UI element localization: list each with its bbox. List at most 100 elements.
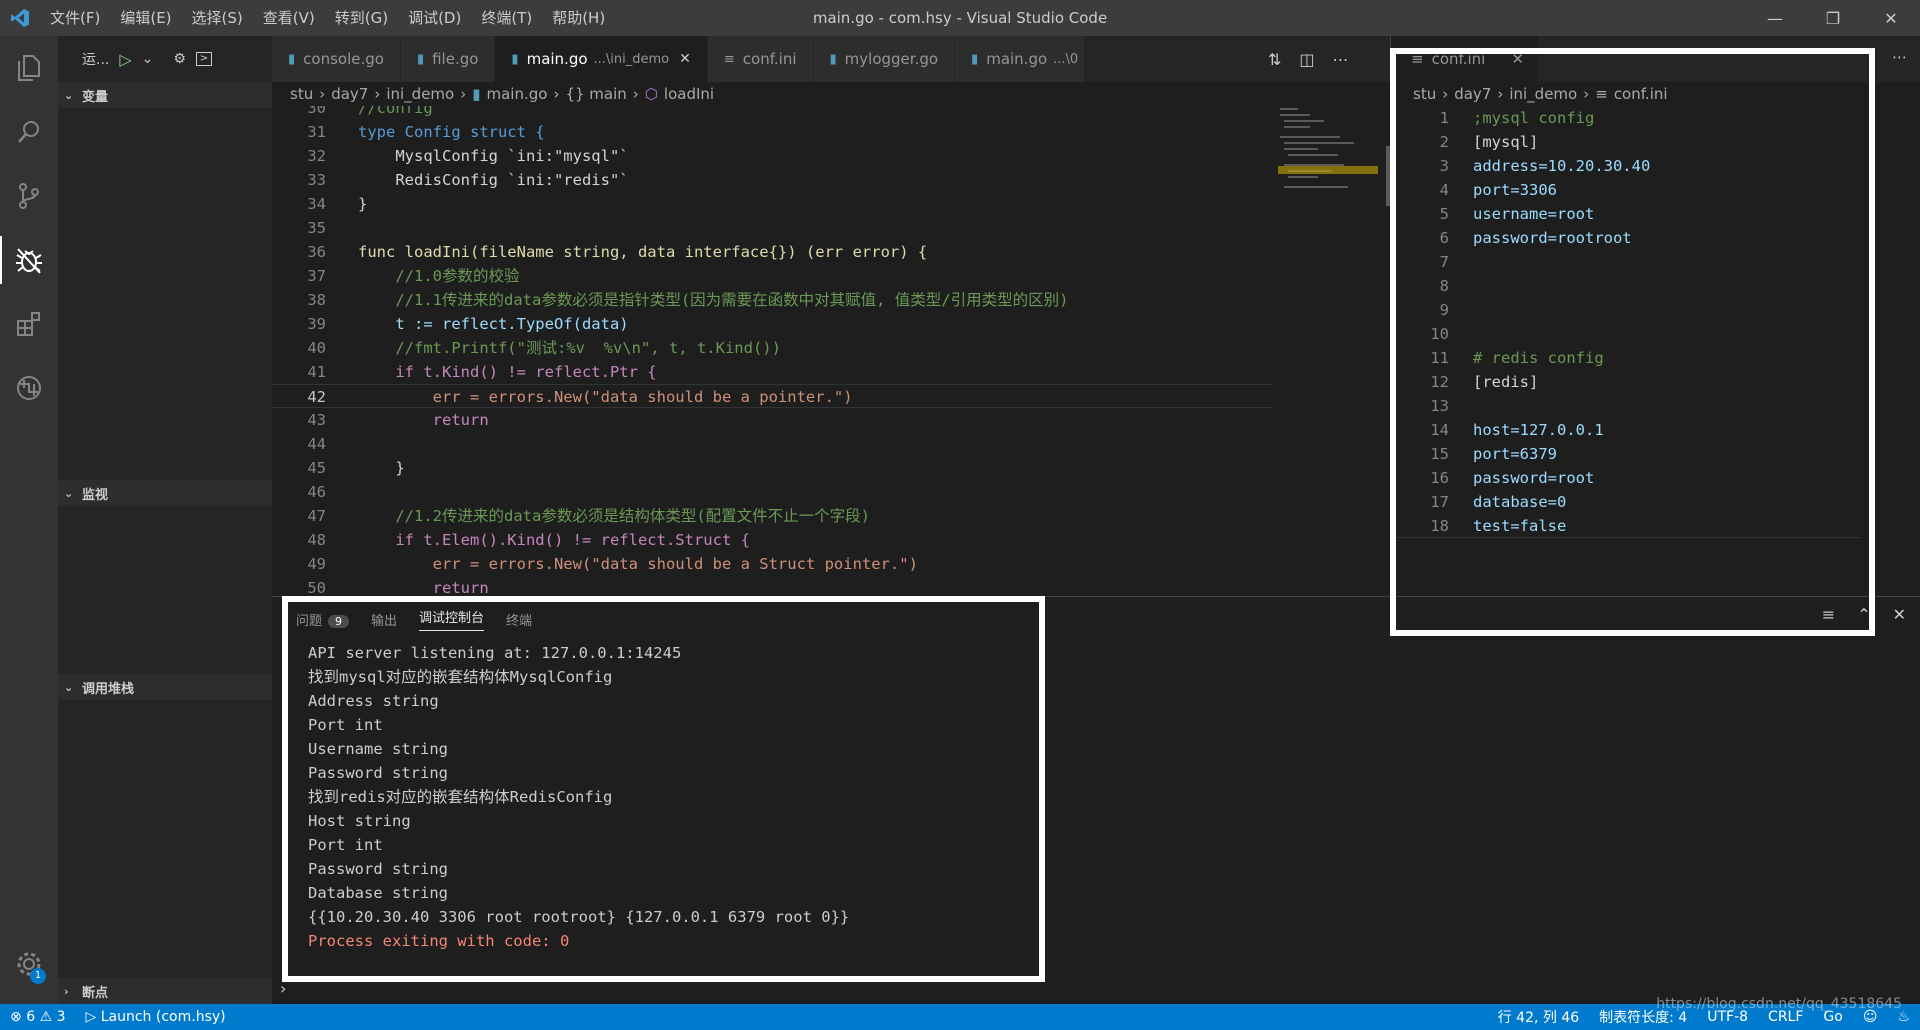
menu-view[interactable]: 查看(V) <box>253 0 325 36</box>
editor-actions: ⇅ ◫ ⋯ <box>1262 36 1349 82</box>
debug-sidebar: 运... ▷ ⌄ ⚙ > ⌄ 变量 ⌄ 监视 ⌄ 调用堆栈 › 断点 <box>58 36 272 1004</box>
ini-file-icon: ≡ <box>723 51 735 67</box>
close-window-button[interactable]: ✕ <box>1862 0 1920 36</box>
right-tab-bar: ≡ conf.ini ✕ ⋯ <box>1391 36 1920 82</box>
tab-conf-ini[interactable]: ≡ conf.ini <box>707 36 814 82</box>
debug-settings-gear-icon[interactable]: ⚙ <box>173 51 186 67</box>
tab-main-go-active[interactable]: ▮ main.go ...\ini_demo ✕ <box>495 36 708 82</box>
section-title: 监视 <box>82 487 109 503</box>
tab-console-go[interactable]: ▮ console.go <box>272 36 401 82</box>
menu-edit[interactable]: 编辑(E) <box>110 0 181 36</box>
watermark: https://blog.csdn.net/qq_43518645 <box>1656 996 1902 1012</box>
menu-debug[interactable]: 调试(D) <box>398 0 471 36</box>
console-line: Password string <box>308 860 448 878</box>
go-file-icon: ▮ <box>511 51 519 67</box>
tab-output[interactable]: 输出 <box>371 610 397 629</box>
ini-editor[interactable]: 1 ;mysql config 2 [mysql] 3 address=10.20.3… <box>1391 106 1920 566</box>
go-file-icon: ▮ <box>288 51 296 67</box>
restore-button[interactable]: ❐ <box>1804 0 1862 36</box>
extensions-icon[interactable] <box>0 292 58 356</box>
variables-section-header[interactable]: ⌄ 变量 <box>58 82 272 108</box>
settings-gear-icon[interactable]: 1 <box>0 932 58 996</box>
console-line: Port int <box>308 716 383 734</box>
console-line: Host string <box>308 812 411 830</box>
minimize-button[interactable]: — <box>1746 0 1804 36</box>
call-stack-section-header[interactable]: ⌄ 调用堆栈 <box>58 674 272 700</box>
close-panel-icon[interactable]: ✕ <box>1893 605 1906 624</box>
play-icon: ▷ <box>85 1009 97 1025</box>
start-debugging-icon[interactable]: ▷ <box>119 50 131 69</box>
remote-explorer-icon[interactable] <box>0 356 58 420</box>
error-icon: ⊗ <box>10 1009 22 1025</box>
menu-go[interactable]: 转到(G) <box>325 0 398 36</box>
tab-terminal[interactable]: 终端 <box>506 610 532 629</box>
menu-help[interactable]: 帮助(H) <box>542 0 615 36</box>
console-line: 找到redis对应的嵌套结构体RedisConfig <box>308 788 613 806</box>
section-title: 变量 <box>82 89 109 105</box>
tab-mylogger-go[interactable]: ▮ mylogger.go <box>813 36 956 82</box>
section-title: 调用堆栈 <box>82 681 135 697</box>
clear-console-icon[interactable]: ≡ <box>1822 605 1835 624</box>
bottom-panel: 问题 9 输出 调试控制台 终端 ≡ ⌃ ✕ API server listeni… <box>272 596 1920 1004</box>
console-line: {{10.20.30.40 3306 root rootroot} {127.0… <box>308 908 850 926</box>
panel-tabs: 问题 9 输出 调试控制台 终端 <box>296 605 532 633</box>
editor-tab-bar: ▮ console.go ▮ file.go ▮ main.go ...\ini… <box>272 36 1390 82</box>
more-actions-icon[interactable]: ⋯ <box>1333 50 1349 69</box>
menu-bar: 文件(F) 编辑(E) 选择(S) 查看(V) 转到(G) 调试(D) 终端(T… <box>40 0 615 36</box>
split-editor-icon[interactable]: ◫ <box>1299 50 1314 69</box>
status-bar: ⊗ 6 ⚠ 3 ▷ Launch (com.hsy) 行 42, 列 46 制表… <box>0 1004 1920 1030</box>
config-dropdown-icon[interactable]: ⌄ <box>142 51 154 67</box>
console-exit-line: Process exiting with code: 0 <box>308 932 570 950</box>
chevron-down-icon: ⌄ <box>64 486 74 500</box>
tab-file-go[interactable]: ▮ file.go <box>400 36 496 82</box>
debug-config-label[interactable]: 运... <box>82 49 109 69</box>
breakpoints-section-header[interactable]: › 断点 <box>58 978 272 1004</box>
debug-console-toggle-icon[interactable]: > <box>195 52 212 66</box>
close-tab-icon[interactable]: ✕ <box>1511 50 1524 68</box>
close-tab-icon[interactable]: ✕ <box>679 51 691 67</box>
function-cube-icon: ⬡ <box>644 85 658 103</box>
console-line: Port int <box>308 836 383 854</box>
tab-debug-console[interactable]: 调试控制台 <box>419 607 485 631</box>
problems-status[interactable]: ⊗ 6 ⚠ 3 <box>0 1009 76 1025</box>
chevron-right-icon: › <box>64 984 69 998</box>
activity-bar: 1 <box>0 36 58 1004</box>
tab-problems[interactable]: 问题 9 <box>296 610 350 629</box>
debug-icon[interactable] <box>0 228 58 292</box>
tab-conf-ini-right[interactable]: ≡ conf.ini ✕ <box>1391 36 1538 82</box>
menu-selection[interactable]: 选择(S) <box>182 0 253 36</box>
console-line: 找到mysql对应的嵌套结构体MysqlConfig <box>308 668 613 686</box>
warning-icon: ⚠ <box>39 1009 53 1025</box>
explorer-icon[interactable] <box>0 36 58 100</box>
chevron-down-icon: ⌄ <box>64 88 74 102</box>
menu-file[interactable]: 文件(F) <box>40 0 110 36</box>
title-bar: 文件(F) 编辑(E) 选择(S) 查看(V) 转到(G) 调试(D) 终端(T… <box>0 0 1920 36</box>
settings-badge: 1 <box>30 968 46 984</box>
console-line: API server listening at: 127.0.0.1:14245 <box>308 644 682 662</box>
console-line: Database string <box>308 884 448 902</box>
source-control-icon[interactable] <box>0 164 58 228</box>
right-breadcrumb: stu › day7 › ini_demo › ≡ conf.ini <box>1413 85 1668 103</box>
section-title: 断点 <box>82 985 109 1001</box>
code-editor[interactable]: 30//config 31 type Config struct { 32 Mys… <box>272 106 1390 596</box>
console-input-prompt[interactable]: › <box>280 979 286 998</box>
go-file-icon: ▮ <box>971 51 979 67</box>
ini-file-icon: ≡ <box>1411 50 1424 68</box>
maximize-panel-icon[interactable]: ⌃ <box>1857 605 1870 624</box>
console-line: Username string <box>308 740 448 758</box>
vscode-logo-icon <box>0 0 40 36</box>
problems-count-badge: 9 <box>328 614 350 628</box>
menu-terminal[interactable]: 终端(T) <box>471 0 542 36</box>
tab-main-go-2[interactable]: ▮ main.go ...\0 <box>955 36 1086 82</box>
compare-changes-icon[interactable]: ⇅ <box>1268 50 1281 69</box>
chevron-down-icon: ⌄ <box>64 680 74 694</box>
ini-file-icon: ≡ <box>1595 85 1608 103</box>
watch-section-header[interactable]: ⌄ 监视 <box>58 480 272 506</box>
launch-config-status[interactable]: ▷ Launch (com.hsy) <box>76 1009 236 1025</box>
breadcrumb: stu › day7 › ini_demo › ▮ main.go › {} main ›… <box>290 85 715 103</box>
more-actions-icon[interactable]: ⋯ <box>1892 48 1907 66</box>
cursor-position[interactable]: 行 42, 列 46 <box>1488 1007 1589 1027</box>
go-file-icon: ▮ <box>472 85 481 103</box>
search-icon[interactable] <box>0 100 58 164</box>
minimap[interactable] <box>1278 106 1390 596</box>
